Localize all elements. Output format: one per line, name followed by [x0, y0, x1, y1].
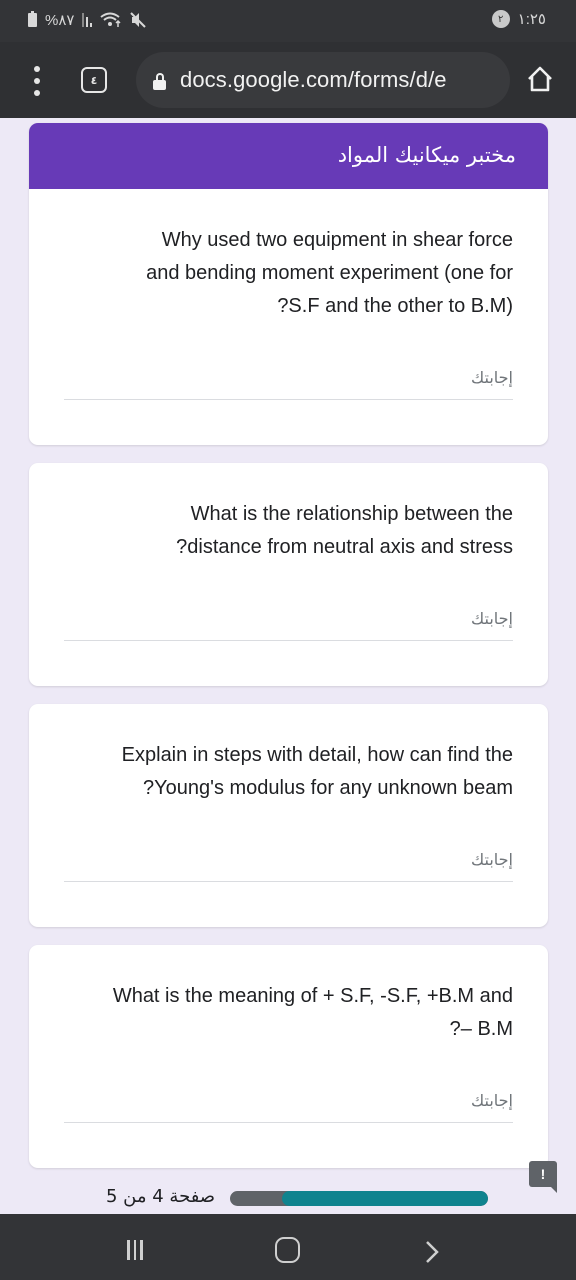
form-header-card: مختبر ميكانيك المواد Why used two equipm…	[29, 123, 548, 445]
progress-bar	[230, 1191, 488, 1206]
answer-placeholder: إجابتك	[471, 850, 513, 869]
mute-icon	[130, 12, 147, 28]
home-icon[interactable]	[525, 64, 555, 94]
status-right: ٢ ١:٢٥	[491, 10, 546, 28]
battery-percent: %٨٧	[45, 12, 75, 29]
system-nav-bar	[0, 1214, 576, 1280]
tab-switcher-button[interactable]: ٤	[81, 67, 107, 93]
signal-icon	[82, 13, 93, 27]
page-indicator: صفحة 4 من 5	[106, 1186, 216, 1207]
question-text: Explain in steps with detail, how can fi…	[121, 744, 513, 799]
answer-placeholder: إجابتك	[471, 368, 513, 387]
question-text: Why used two equipment in shear force an…	[146, 229, 513, 317]
browser-toolbar: ٤ docs.google.com/forms/d/e	[0, 42, 576, 118]
recent-apps-icon[interactable]	[127, 1240, 143, 1260]
question-card: What is the relationship between the ?di…	[29, 463, 548, 686]
battery-charging-icon	[28, 11, 37, 27]
answer-input[interactable]: إجابتك	[64, 1085, 513, 1123]
status-left: %٨٧	[28, 11, 147, 29]
progress-fill	[281, 1191, 488, 1206]
question-card: What is the meaning of + S.F, -S.F, +B.M…	[29, 945, 548, 1168]
question-card: Explain in steps with detail, how can fi…	[29, 704, 548, 927]
question-text: What is the meaning of + S.F, -S.F, +B.M…	[112, 985, 513, 1040]
address-bar[interactable]: docs.google.com/forms/d/e	[136, 52, 510, 108]
answer-input[interactable]: إجابتك	[64, 844, 513, 882]
status-bar: %٨٧ ٢ ١:٢٥	[0, 0, 576, 42]
overflow-menu-icon[interactable]	[32, 66, 42, 96]
url-text[interactable]: docs.google.com/forms/d/e	[180, 67, 447, 93]
form-header-band: مختبر ميكانيك المواد	[29, 123, 548, 189]
lock-icon	[153, 73, 166, 90]
report-feedback-button[interactable]: !	[529, 1161, 557, 1193]
notification-badge: ٢	[491, 10, 510, 28]
answer-input[interactable]: إجابتك	[64, 603, 513, 641]
question-text: What is the relationship between the ?di…	[176, 503, 513, 558]
answer-placeholder: إجابتك	[471, 609, 513, 628]
answer-input[interactable]: إجابتك	[64, 362, 513, 400]
clock: ١:٢٥	[517, 11, 546, 28]
back-chevron-icon[interactable]	[425, 1240, 439, 1264]
wifi-icon	[100, 12, 121, 27]
answer-placeholder: إجابتك	[471, 1091, 513, 1110]
form-title: مختبر ميكانيك المواد	[337, 143, 516, 167]
home-nav-icon[interactable]	[275, 1237, 300, 1263]
